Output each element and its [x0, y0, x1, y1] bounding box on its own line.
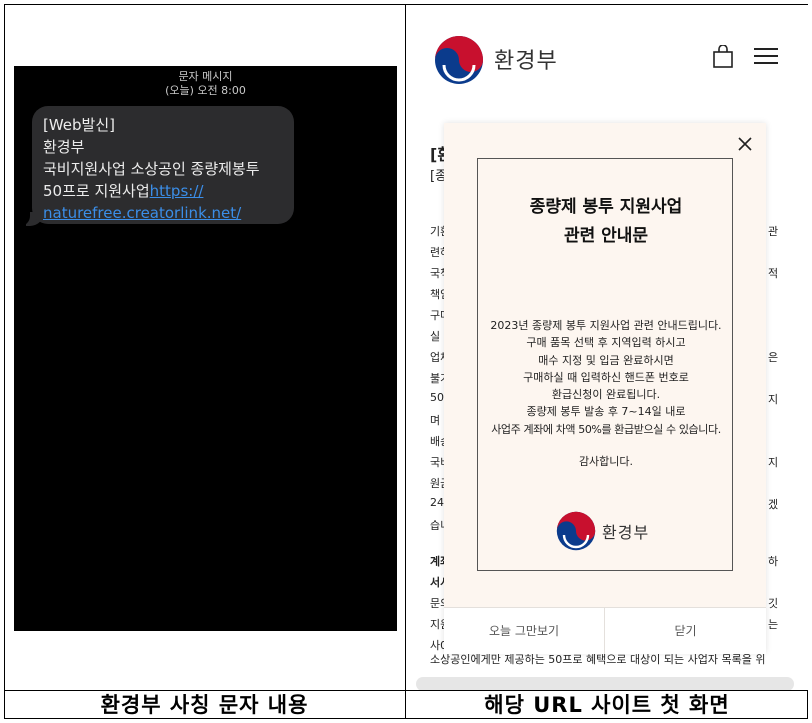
bg-article-text: 지: [768, 456, 779, 469]
taegeuk-logo-icon: [435, 36, 483, 84]
browser-bottom-bar: [416, 677, 794, 690]
bg-article-text: 겠: [768, 498, 779, 511]
popup-body-line: 구매하실 때 입력하신 핸드폰 번호로: [523, 370, 689, 384]
notice-box: 종량제 봉투 지원사업 관련 안내문 2023년 종량제 봉투 지원사업 관련 …: [477, 158, 733, 571]
caption-sms: 환경부 사칭 문자 내용: [100, 693, 309, 717]
taegeuk-logo-icon: [556, 511, 596, 551]
sms-screen: 문자 메시지 (오늘) 오전 8:00 [Web발신] 환경부 국비지원사업 소…: [14, 66, 397, 631]
hamburger-menu-icon[interactable]: [754, 47, 778, 65]
popup-body-line: 사업주 계좌에 차액 50%를 환급받으실 수 있습니다.: [491, 422, 721, 436]
sms-header: 문자 메시지 (오늘) 오전 8:00: [14, 70, 397, 98]
message-link-part2[interactable]: naturefree.creatorlink.net/: [43, 202, 293, 224]
bg-article-text: 깃: [768, 597, 779, 610]
popup-body-line: 환급신청이 완료됩니다.: [551, 388, 661, 402]
notice-popup: 종량제 봉투 지원사업 관련 안내문 2023년 종량제 봉투 지원사업 관련 …: [444, 123, 766, 654]
bg-article-text: 은: [768, 351, 779, 364]
message-line: 국비지원사업 소상공인 종량제봉투: [43, 160, 260, 178]
website-screen: 환경부 [환 [종 기환 련하 국책 책임 구매 실 ! 업체 불가 50. 며…: [406, 5, 808, 690]
dismiss-today-button[interactable]: 오늘 그만보기: [444, 608, 605, 654]
message-prefix: 50프로 지원사업: [43, 182, 150, 200]
bg-article-text: 적: [768, 267, 779, 280]
popup-body: 2023년 종량제 봉투 지원사업 관련 안내드립니다. 구매 품목 선택 후 …: [478, 317, 734, 438]
message-line: [Web발신]: [43, 116, 116, 134]
popup-thanks: 감사합니다.: [578, 455, 634, 468]
popup-body-line: 구매 품목 선택 후 지역입력 하시고: [526, 336, 686, 350]
popup-body-line: 종량제 봉투 발송 후 7~14일 내로: [526, 405, 686, 419]
popup-body-line: 매수 지정 및 입금 완료하시면: [538, 353, 674, 367]
brand-name[interactable]: 환경부: [494, 43, 558, 75]
message-link-part1[interactable]: https://: [150, 182, 204, 200]
popup-title: 종량제 봉투 지원사업 관련 안내문: [478, 193, 734, 251]
sms-header-time: (오늘) 오전 8:00: [165, 84, 246, 97]
message-line: 50프로 지원사업https://: [43, 180, 293, 202]
bg-article-text: 는: [768, 618, 779, 631]
caption-website: 해당 URL 사이트 첫 화면: [484, 693, 730, 717]
popup-title-line: 관련 안내문: [563, 226, 649, 246]
message-line: 환경부: [43, 138, 85, 156]
message-text: [Web발신] 환경부 국비지원사업 소상공인 종량제봉투 50프로 지원사업h…: [43, 114, 293, 224]
popup-brand: 환경부: [602, 523, 650, 542]
popup-footer: 오늘 그만보기 닫기: [444, 607, 766, 654]
bg-article-text: 하: [768, 555, 779, 568]
shopping-bag-icon[interactable]: [712, 45, 734, 69]
bg-article-text: 지: [768, 393, 779, 406]
popup-body-line: 2023년 종량제 봉투 지원사업 관련 안내드립니다.: [490, 319, 722, 332]
bg-article-text: 관: [768, 225, 779, 238]
close-button[interactable]: 닫기: [605, 608, 766, 654]
sms-header-title: 문자 메시지: [178, 70, 233, 83]
site-header: 환경부: [406, 5, 808, 113]
popup-title-line: 종량제 봉투 지원사업: [529, 197, 683, 217]
close-icon[interactable]: [736, 135, 754, 153]
